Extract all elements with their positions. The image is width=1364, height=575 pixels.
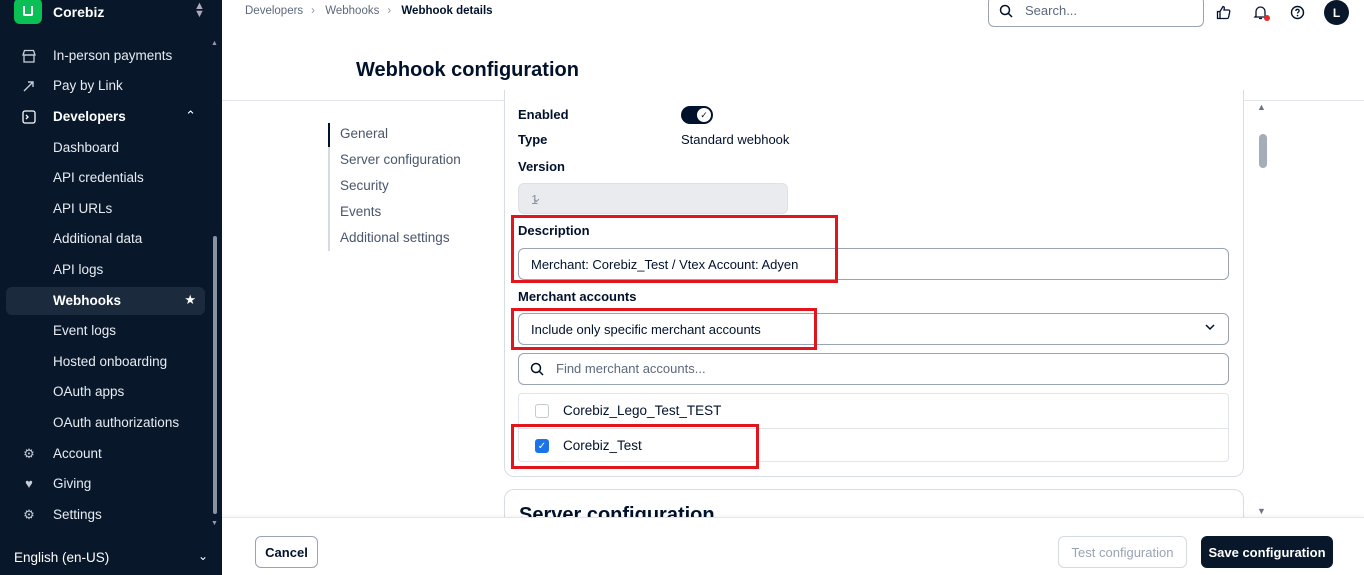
- version-label: Version: [518, 159, 565, 174]
- test-configuration-button[interactable]: Test configuration: [1058, 536, 1187, 568]
- description-label: Description: [518, 223, 590, 238]
- save-configuration-button[interactable]: Save configuration: [1201, 536, 1333, 568]
- chevron-right-icon: ›: [387, 5, 392, 17]
- checkbox-unchecked[interactable]: [535, 404, 549, 418]
- section-nav: General Server configuration Security Ev…: [328, 123, 461, 251]
- sidebar-item-dashboard[interactable]: Dashboard: [6, 134, 205, 162]
- sidebar-item-api-urls[interactable]: API URLs: [6, 195, 205, 223]
- merchant-accounts-list: Corebiz_Lego_Test_TEST ✓ Corebiz_Test: [518, 393, 1229, 462]
- avatar[interactable]: L: [1324, 0, 1349, 25]
- section-nav-additional-settings[interactable]: Additional settings: [340, 230, 450, 245]
- sidebar-item-developers[interactable]: Developers ⌃: [6, 103, 205, 131]
- sidebar-item-giving[interactable]: ♥ Giving: [6, 470, 205, 498]
- sidebar-item-hosted-onboarding[interactable]: Hosted onboarding: [6, 348, 205, 376]
- chevron-down-icon: [1204, 321, 1216, 336]
- enabled-label: Enabled: [518, 107, 569, 122]
- breadcrumb-current: Webhook details: [401, 5, 493, 17]
- scroll-up-arrow[interactable]: ▲: [211, 40, 218, 47]
- scroll-down-arrow[interactable]: ▼: [211, 520, 218, 527]
- breadcrumb: Developers › Webhooks › Webhook details: [245, 5, 499, 17]
- search-input[interactable]: [1025, 3, 1195, 18]
- list-item[interactable]: ✓ Corebiz_Test: [519, 428, 1228, 462]
- company-name: Corebiz: [53, 4, 105, 20]
- gear-icon: ⚙: [23, 507, 35, 522]
- language-selector[interactable]: English (en-US): [14, 550, 109, 565]
- find-merchant-placeholder: Find merchant accounts...: [556, 361, 706, 376]
- version-select: 1 ⌄: [518, 183, 788, 214]
- description-value: Merchant: Corebiz_Test / Vtex Account: A…: [531, 257, 799, 272]
- merchant-accounts-label: Merchant accounts: [518, 289, 637, 304]
- type-label: Type: [518, 132, 548, 147]
- breadcrumb-webhooks[interactable]: Webhooks: [325, 5, 379, 17]
- section-nav-security[interactable]: Security: [340, 178, 389, 193]
- chevron-up-icon: ⌃: [185, 108, 196, 123]
- sidebar-item-event-logs[interactable]: Event logs: [6, 317, 205, 345]
- check-icon: ✓: [697, 108, 711, 122]
- checkbox-checked[interactable]: ✓: [535, 439, 549, 453]
- chevron-updown-icon: ▲ ▼: [194, 0, 205, 20]
- main-scrollbar[interactable]: [1259, 134, 1267, 168]
- star-icon[interactable]: ★: [184, 292, 196, 308]
- section-nav-events[interactable]: Events: [340, 204, 381, 219]
- list-item[interactable]: Corebiz_Lego_Test_TEST: [519, 394, 1228, 428]
- page-title: Webhook configuration: [356, 59, 579, 81]
- sidebar-item-settings[interactable]: ⚙ Settings: [6, 501, 205, 529]
- notification-badge: [1264, 15, 1270, 21]
- section-nav-server-configuration[interactable]: Server configuration: [340, 152, 461, 167]
- sidebar-scrollbar[interactable]: [213, 236, 217, 514]
- description-input[interactable]: Merchant: Corebiz_Test / Vtex Account: A…: [518, 248, 1229, 280]
- merchant-account-name: Corebiz_Lego_Test_TEST: [563, 403, 722, 418]
- sidebar-item-api-credentials[interactable]: API credentials: [6, 164, 205, 192]
- chevron-down-icon: ⌄: [198, 549, 209, 563]
- sidebar-item-pay-by-link[interactable]: Pay by Link: [6, 72, 205, 100]
- sidebar-item-additional-data[interactable]: Additional data: [6, 225, 205, 253]
- scroll-up-arrow[interactable]: ▲: [1257, 102, 1266, 112]
- breadcrumb-developers[interactable]: Developers: [245, 5, 303, 17]
- merchant-accounts-select[interactable]: Include only specific merchant accounts: [518, 313, 1229, 345]
- sidebar-item-webhooks[interactable]: Webhooks ★: [6, 287, 205, 315]
- search-icon: [999, 4, 1013, 18]
- footer-bar: Cancel Test configuration Save configura…: [222, 517, 1364, 575]
- cancel-button[interactable]: Cancel: [255, 536, 318, 568]
- sidebar: Corebiz ▲ ▼ In-person payments Pay by Lin…: [0, 0, 222, 575]
- global-search[interactable]: [988, 0, 1204, 27]
- enabled-toggle[interactable]: ✓: [681, 106, 713, 124]
- sidebar-item-api-logs[interactable]: API logs: [6, 256, 205, 284]
- gear-icon: ⚙: [23, 446, 35, 461]
- scroll-down-arrow[interactable]: ▼: [1257, 506, 1266, 516]
- chevron-right-icon: ›: [311, 5, 316, 17]
- terminal-icon: [22, 110, 36, 124]
- heart-icon: ♥: [25, 476, 33, 491]
- company-switcher[interactable]: Corebiz ▲ ▼: [0, 0, 222, 26]
- sidebar-item-oauth-authorizations[interactable]: OAuth authorizations: [6, 409, 205, 437]
- thumbs-up-icon[interactable]: [1214, 3, 1232, 21]
- store-icon: [22, 49, 36, 63]
- type-value: Standard webhook: [681, 132, 790, 147]
- merchant-account-name: Corebiz_Test: [563, 438, 642, 453]
- help-icon[interactable]: [1288, 3, 1306, 21]
- active-indicator: [328, 123, 330, 147]
- sidebar-item-oauth-apps[interactable]: OAuth apps: [6, 378, 205, 406]
- find-merchant-accounts[interactable]: Find merchant accounts...: [518, 353, 1229, 385]
- sidebar-item-in-person-payments[interactable]: In-person payments: [6, 42, 205, 70]
- rocket-icon: [22, 79, 36, 93]
- merchant-accounts-value: Include only specific merchant accounts: [531, 322, 761, 337]
- search-icon: [530, 362, 544, 376]
- chevron-down-icon: ⌄: [531, 190, 542, 205]
- section-nav-general[interactable]: General: [340, 126, 388, 141]
- company-logo-icon: [14, 0, 42, 24]
- sidebar-item-account[interactable]: ⚙ Account: [6, 440, 205, 468]
